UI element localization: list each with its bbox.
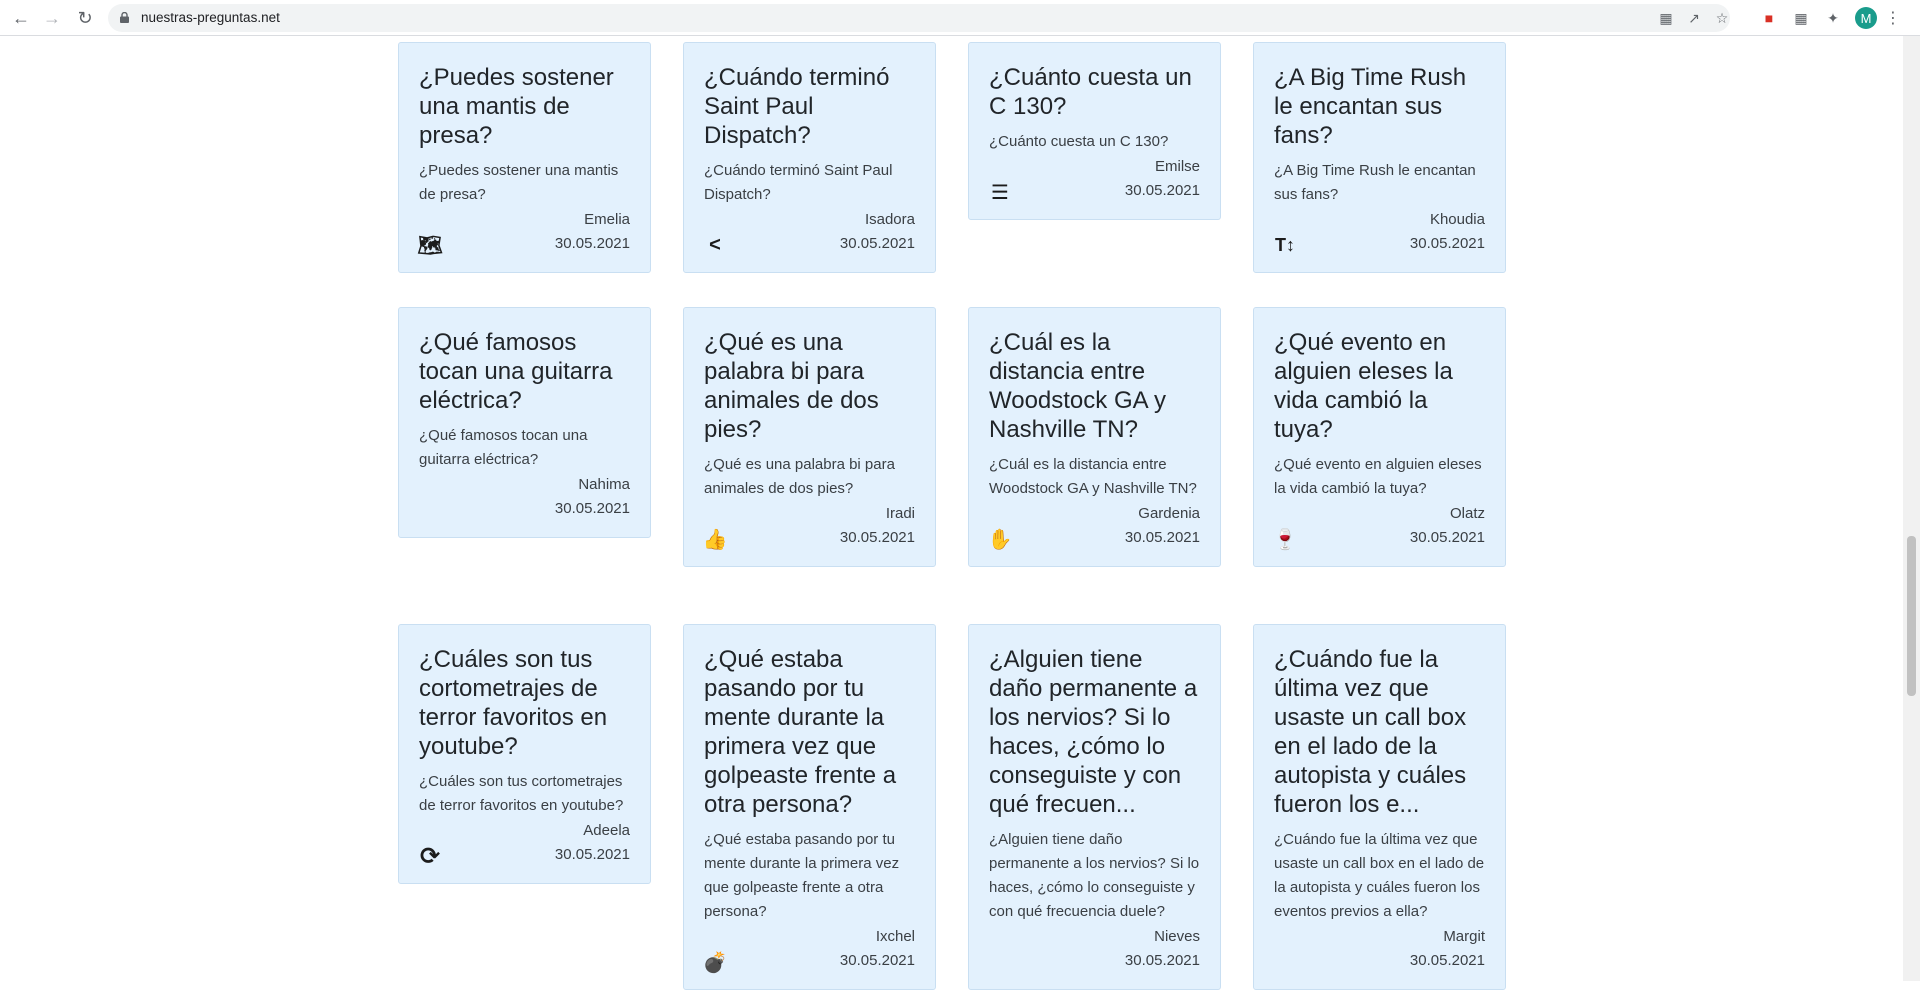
card-author: Nahima <box>578 476 630 493</box>
question-card[interactable]: ¿Cuándo terminó Saint Paul Dispatch? ¿Cu… <box>683 42 936 273</box>
card-date: 30.05.2021 <box>554 500 630 517</box>
wine-glass-icon: 🍷 <box>1272 528 1298 551</box>
less-than-icon: < <box>709 233 721 256</box>
card-title[interactable]: ¿Cuándo fue la última vez que usaste un … <box>1274 645 1485 819</box>
card-footer: ✋ 30.05.2021 <box>987 526 1200 551</box>
card-author: Adeela <box>583 822 630 839</box>
card-excerpt: ¿Cuándo fue la última vez que usaste un … <box>1274 831 1485 920</box>
card-footer: 30.05.2021 <box>1274 949 1485 973</box>
card-date: 30.05.2021 <box>1124 952 1200 969</box>
card-excerpt: ¿Alguien tiene daño permanente a los ner… <box>989 831 1200 920</box>
card-excerpt: ¿Cuál es la distancia entre Woodstock GA… <box>989 456 1197 497</box>
scrollbar-thumb[interactable] <box>1907 536 1916 696</box>
card-author: Iradi <box>885 505 915 522</box>
profile-avatar[interactable]: M <box>1855 7 1877 29</box>
thumbs-up-icon: 👍 <box>702 528 728 551</box>
question-card[interactable]: ¿Qué evento en alguien eleses la vida ca… <box>1253 307 1506 567</box>
extensions-puzzle-icon[interactable]: ✦ <box>1822 7 1844 29</box>
card-date: 30.05.2021 <box>554 235 630 252</box>
page-scrollbar[interactable] <box>1903 36 1920 981</box>
card-title[interactable]: ¿Cuál es la distancia entre Woodstock GA… <box>989 328 1200 444</box>
question-card[interactable]: ¿Cuál es la distancia entre Woodstock GA… <box>968 307 1221 567</box>
card-footer: 🗺 30.05.2021 <box>417 232 630 257</box>
url-text: nuestras-preguntas.net <box>141 10 280 25</box>
more-menu-icon[interactable]: ⋮ <box>1882 7 1904 29</box>
card-title[interactable]: ¿Cuándo terminó Saint Paul Dispatch? <box>704 63 915 150</box>
browser-toolbar: ← → ↻ nuestras-preguntas.net ▦ ↗ ☆ ■ ▦ ✦… <box>0 0 1920 36</box>
card-excerpt: ¿Cuándo terminó Saint Paul Dispatch? <box>704 162 893 203</box>
question-card[interactable]: ¿A Big Time Rush le encantan sus fans? ¿… <box>1253 42 1506 273</box>
card-footer: ☰ 30.05.2021 <box>989 179 1200 204</box>
sync-icon: ⟳ <box>419 842 441 870</box>
card-title[interactable]: ¿Alguien tiene daño permanente a los ner… <box>989 645 1200 819</box>
address-bar[interactable]: nuestras-preguntas.net ▦ ↗ ☆ <box>108 4 1730 32</box>
question-card[interactable]: ¿Qué estaba pasando por tu mente durante… <box>683 624 936 990</box>
lock-icon <box>120 12 129 23</box>
card-footer: ⟳ 30.05.2021 <box>419 842 630 870</box>
question-card[interactable]: ¿Cuándo fue la última vez que usaste un … <box>1253 624 1506 990</box>
map-icon: 🗺 <box>417 234 443 257</box>
card-footer: 30.05.2021 <box>989 949 1200 973</box>
card-excerpt: ¿Qué evento en alguien eleses la vida ca… <box>1274 456 1482 497</box>
card-footer: 👍 30.05.2021 <box>702 526 915 551</box>
card-author: Ixchel <box>875 928 915 945</box>
card-title[interactable]: ¿A Big Time Rush le encantan sus fans? <box>1274 63 1485 150</box>
card-excerpt: ¿Qué famosos tocan una guitarra eléctric… <box>419 427 588 468</box>
forward-arrow-icon[interactable]: → <box>40 6 64 30</box>
card-date: 30.05.2021 <box>839 952 915 969</box>
card-author: Gardenia <box>1138 505 1200 522</box>
translate-icon[interactable]: ▦ <box>1656 8 1676 28</box>
card-author: Nieves <box>1154 928 1200 945</box>
card-title[interactable]: ¿Cuánto cuesta un C 130? <box>989 63 1200 121</box>
share-icon[interactable]: ↗ <box>1684 8 1704 28</box>
card-date: 30.05.2021 <box>1409 235 1485 252</box>
card-excerpt: ¿Qué estaba pasando por tu mente durante… <box>704 831 900 920</box>
card-excerpt: ¿A Big Time Rush le encantan sus fans? <box>1274 162 1476 203</box>
bomb-icon: 💣 <box>702 951 728 974</box>
card-footer: T↕ 30.05.2021 <box>1274 232 1485 256</box>
card-author: Olatz <box>1449 505 1485 522</box>
card-excerpt: ¿Puedes sostener una mantis de presa? <box>419 162 619 203</box>
card-date: 30.05.2021 <box>1409 952 1485 969</box>
card-title[interactable]: ¿Qué es una palabra bi para animales de … <box>704 328 915 444</box>
card-footer: < 30.05.2021 <box>704 232 915 256</box>
card-title[interactable]: ¿Qué famosos tocan una guitarra eléctric… <box>419 328 630 415</box>
list-icon: ☰ <box>991 181 1009 204</box>
card-title[interactable]: ¿Puedes sostener una mantis de presa? <box>419 63 630 150</box>
card-excerpt: ¿Cuánto cuesta un C 130? <box>989 133 1169 150</box>
card-date: 30.05.2021 <box>1409 529 1485 546</box>
card-footer: 💣 30.05.2021 <box>702 949 915 974</box>
extension-shield-icon[interactable]: ■ <box>1758 7 1780 29</box>
back-arrow-icon[interactable]: ← <box>9 6 33 30</box>
question-card[interactable]: ¿Cuánto cuesta un C 130? ¿Cuánto cuesta … <box>968 42 1221 220</box>
card-date: 30.05.2021 <box>839 235 915 252</box>
card-excerpt: ¿Qué es una palabra bi para animales de … <box>704 456 895 497</box>
card-date: 30.05.2021 <box>1124 529 1200 546</box>
card-date: 30.05.2021 <box>554 846 630 863</box>
question-card[interactable]: ¿Cuáles son tus cortometrajes de terror … <box>398 624 651 884</box>
card-title[interactable]: ¿Qué estaba pasando por tu mente durante… <box>704 645 915 819</box>
question-card[interactable]: ¿Alguien tiene daño permanente a los ner… <box>968 624 1221 990</box>
card-date: 30.05.2021 <box>1124 182 1200 199</box>
card-title[interactable]: ¿Qué evento en alguien eleses la vida ca… <box>1274 328 1485 444</box>
card-excerpt: ¿Cuáles son tus cortometrajes de terror … <box>419 773 624 814</box>
card-footer: 30.05.2021 <box>419 497 630 521</box>
extension-clapper-icon[interactable]: ▦ <box>1790 7 1812 29</box>
card-author: Emelia <box>584 211 630 228</box>
card-footer: 🍷 30.05.2021 <box>1272 526 1485 551</box>
card-author: Margit <box>1443 928 1485 945</box>
question-card[interactable]: ¿Puedes sostener una mantis de presa? ¿P… <box>398 42 651 273</box>
question-card[interactable]: ¿Qué es una palabra bi para animales de … <box>683 307 936 567</box>
question-card[interactable]: ¿Qué famosos tocan una guitarra eléctric… <box>398 307 651 538</box>
reload-icon[interactable]: ↻ <box>73 6 97 30</box>
card-author: Emilse <box>1154 158 1200 175</box>
card-author: Khoudia <box>1429 211 1485 228</box>
card-author: Isadora <box>864 211 915 228</box>
card-title[interactable]: ¿Cuáles son tus cortometrajes de terror … <box>419 645 630 761</box>
card-date: 30.05.2021 <box>839 529 915 546</box>
bookmark-star-icon[interactable]: ☆ <box>1712 8 1732 28</box>
hand-icon: ✋ <box>987 528 1013 551</box>
text-height-icon: T↕ <box>1275 234 1295 255</box>
